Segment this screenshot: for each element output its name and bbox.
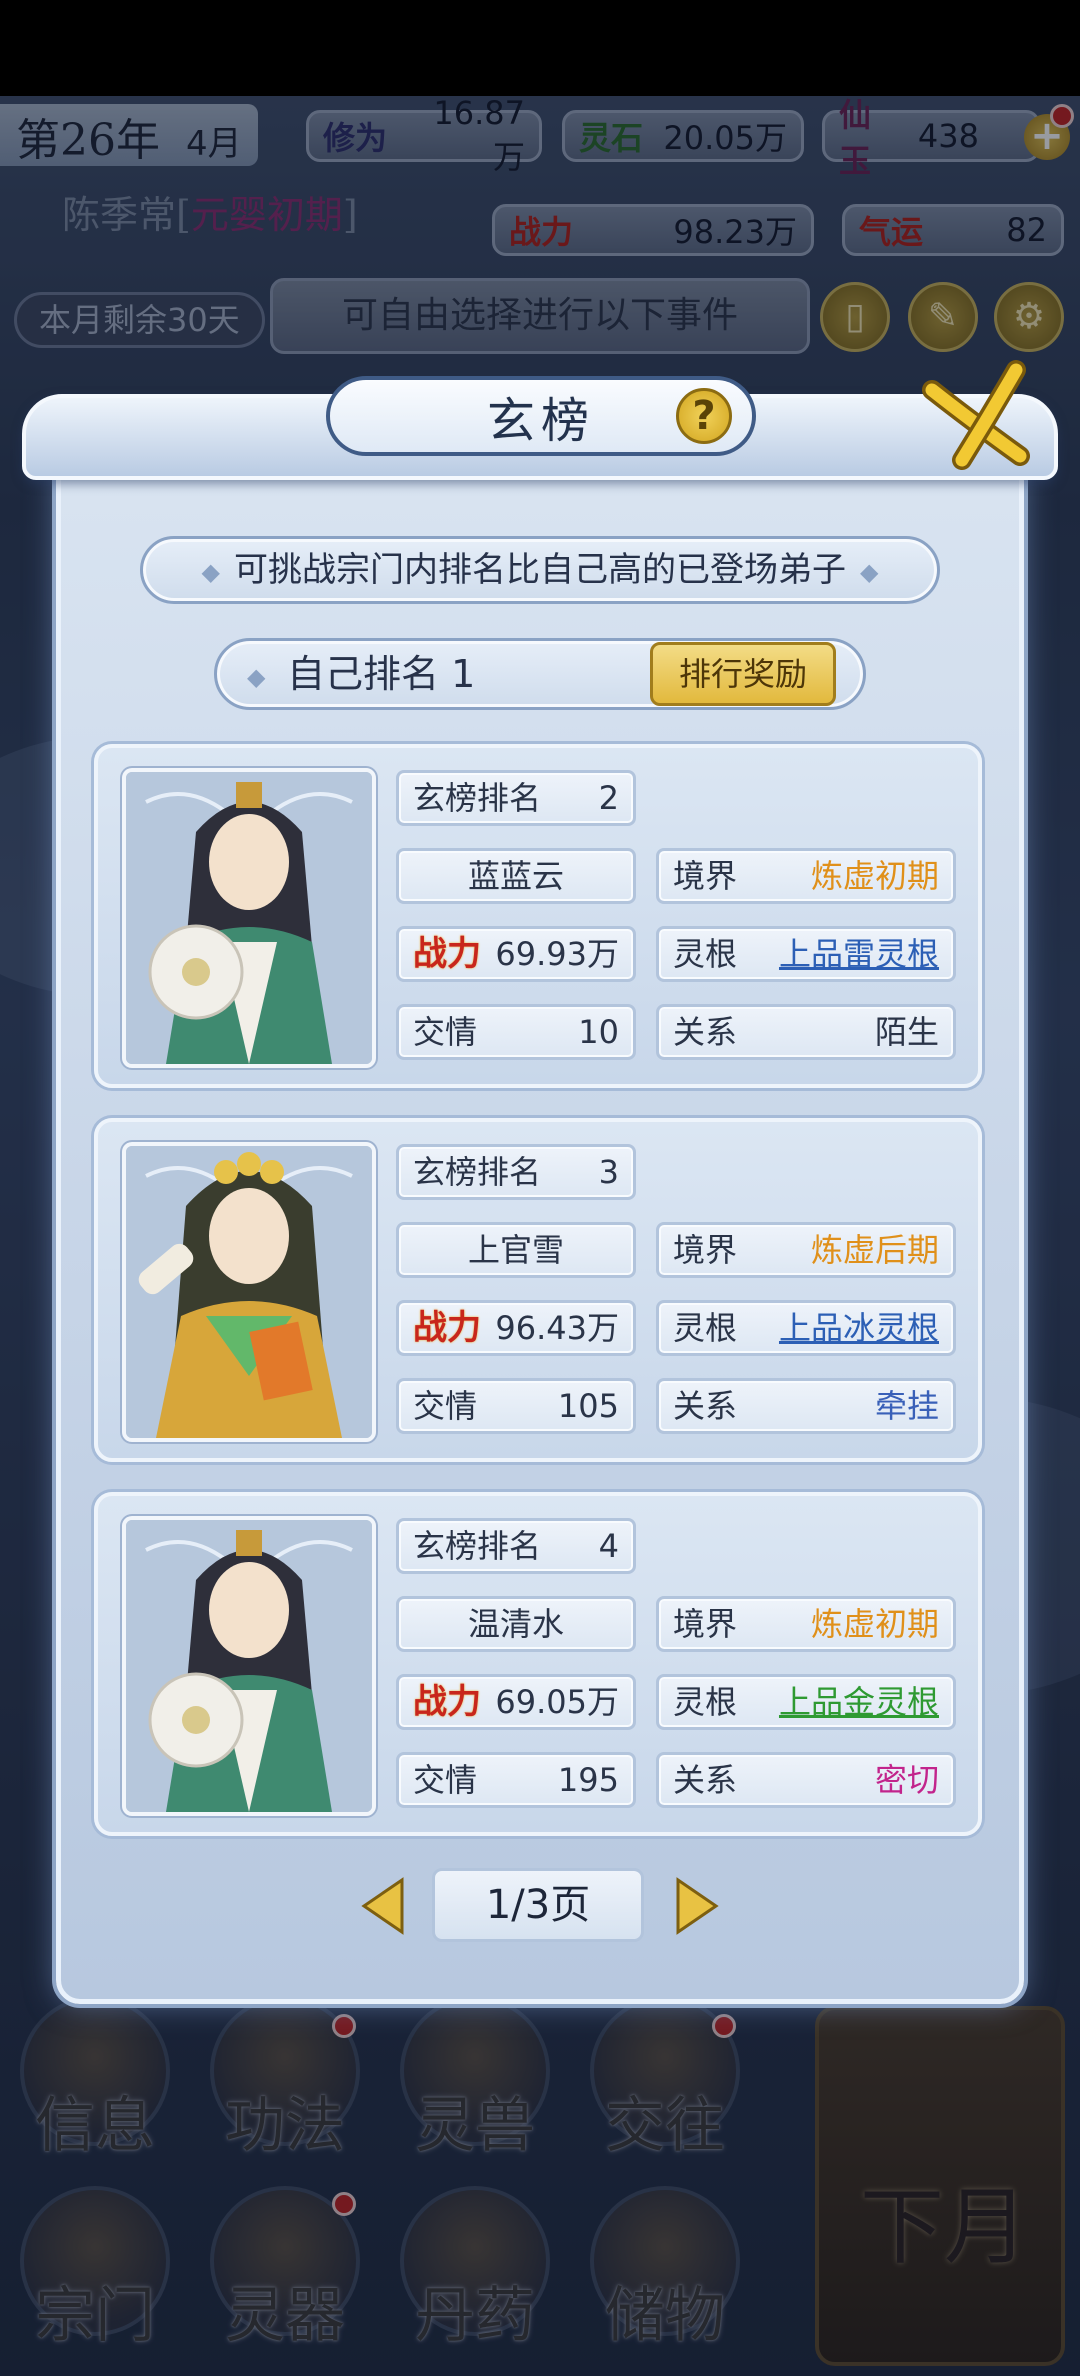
relation-cell: 关系 陌生 (656, 1004, 956, 1060)
power-label: 战力 (413, 1308, 481, 1348)
realm-label: 境界 (673, 857, 738, 895)
relation-value: 密切 (874, 1761, 939, 1799)
self-rank-label: 自己排名 1 (287, 652, 476, 696)
rank-cell: 玄榜排名 2 (396, 770, 636, 826)
root-label: 灵根 (673, 1309, 738, 1347)
diamond-icon: ◆ (860, 557, 879, 586)
character-name: 上官雪 (467, 1231, 564, 1269)
challenge-hint: ◆ 可挑战宗门内排名比自己高的已登场弟子 ◆ (140, 536, 940, 604)
relation-cell: 关系 牵挂 (656, 1378, 956, 1434)
spirit-root-link[interactable]: 上品金灵根 (779, 1677, 939, 1727)
next-page-icon[interactable] (674, 1876, 720, 1936)
power-value: 69.05万 (495, 1683, 619, 1721)
root-label: 灵根 (673, 935, 738, 973)
status-bar (0, 0, 1080, 96)
rank-value: 2 (598, 779, 619, 817)
power-label: 战力 (413, 934, 481, 974)
realm-value: 炼虚初期 (810, 1605, 939, 1643)
power-value: 96.43万 (495, 1309, 619, 1347)
rank-card[interactable]: 玄榜排名 3 上官雪 境界 炼虚后期 战力 96.43万 灵根 上品冰灵根 交情… (94, 1118, 982, 1462)
challenge-hint-text: 可挑战宗门内排名比自己高的已登场弟子 (234, 550, 846, 590)
affinity-label: 交情 (413, 1013, 478, 1051)
name-cell: 蓝蓝云 (396, 848, 636, 904)
realm-cell: 境界 炼虚初期 (656, 848, 956, 904)
rank-value: 3 (598, 1153, 619, 1191)
relation-label: 关系 (673, 1387, 738, 1425)
root-cell: 灵根 上品冰灵根 (656, 1300, 956, 1356)
realm-cell: 境界 炼虚初期 (656, 1596, 956, 1652)
realm-label: 境界 (673, 1231, 738, 1269)
rank-label: 玄榜排名 (413, 1153, 542, 1191)
root-cell: 灵根 上品雷灵根 (656, 926, 956, 982)
realm-label: 境界 (673, 1605, 738, 1643)
relation-value: 陌生 (874, 1013, 939, 1051)
diamond-icon: ◆ (247, 663, 266, 691)
affinity-label: 交情 (413, 1387, 478, 1425)
power-cell: 战力 96.43万 (396, 1300, 636, 1356)
character-portrait (122, 768, 376, 1068)
name-cell: 上官雪 (396, 1222, 636, 1278)
rank-label: 玄榜排名 (413, 1527, 542, 1565)
power-cell: 战力 69.93万 (396, 926, 636, 982)
character-portrait-art (126, 772, 372, 1064)
ranking-reward-button[interactable]: 排行奖励 (650, 642, 836, 706)
rank-cell: 玄榜排名 3 (396, 1144, 636, 1200)
relation-cell: 关系 密切 (656, 1752, 956, 1808)
affinity-cell: 交情 195 (396, 1752, 636, 1808)
affinity-cell: 交情 105 (396, 1378, 636, 1434)
close-icon[interactable] (920, 360, 1030, 470)
rank-value: 4 (598, 1527, 619, 1565)
affinity-cell: 交情 10 (396, 1004, 636, 1060)
character-portrait-art (126, 1520, 372, 1812)
character-portrait (122, 1516, 376, 1816)
spirit-root-link[interactable]: 上品雷灵根 (779, 929, 939, 979)
prev-page-icon[interactable] (360, 1876, 406, 1936)
rank-card[interactable]: 玄榜排名 2 蓝蓝云 境界 炼虚初期 战力 69.93万 灵根 上品雷灵根 交情… (94, 744, 982, 1088)
affinity-value: 195 (557, 1761, 619, 1799)
affinity-value: 10 (578, 1013, 619, 1051)
affinity-value: 105 (557, 1387, 619, 1425)
realm-value: 炼虚初期 (810, 857, 939, 895)
character-portrait (122, 1142, 376, 1442)
character-portrait-art (126, 1146, 372, 1438)
realm-cell: 境界 炼虚后期 (656, 1222, 956, 1278)
power-value: 69.93万 (495, 935, 619, 973)
name-cell: 温清水 (396, 1596, 636, 1652)
relation-label: 关系 (673, 1013, 738, 1051)
relation-value: 牵挂 (874, 1387, 939, 1425)
power-label: 战力 (413, 1682, 481, 1722)
page-indicator: 1/3页 (432, 1868, 644, 1942)
rank-cell: 玄榜排名 4 (396, 1518, 636, 1574)
root-cell: 灵根 上品金灵根 (656, 1674, 956, 1730)
character-name: 蓝蓝云 (467, 857, 564, 895)
character-name: 温清水 (467, 1605, 564, 1643)
spirit-root-link[interactable]: 上品冰灵根 (779, 1303, 939, 1353)
relation-label: 关系 (673, 1761, 738, 1799)
realm-value: 炼虚后期 (810, 1231, 939, 1269)
affinity-label: 交情 (413, 1761, 478, 1799)
power-cell: 战力 69.05万 (396, 1674, 636, 1730)
diamond-icon: ◆ (201, 557, 220, 586)
rank-card[interactable]: 玄榜排名 4 温清水 境界 炼虚初期 战力 69.05万 灵根 上品金灵根 交情… (94, 1492, 982, 1836)
help-icon[interactable]: ? (676, 388, 732, 444)
modal-title: 玄榜 (486, 393, 595, 449)
rank-label: 玄榜排名 (413, 779, 542, 817)
root-label: 灵根 (673, 1683, 738, 1721)
